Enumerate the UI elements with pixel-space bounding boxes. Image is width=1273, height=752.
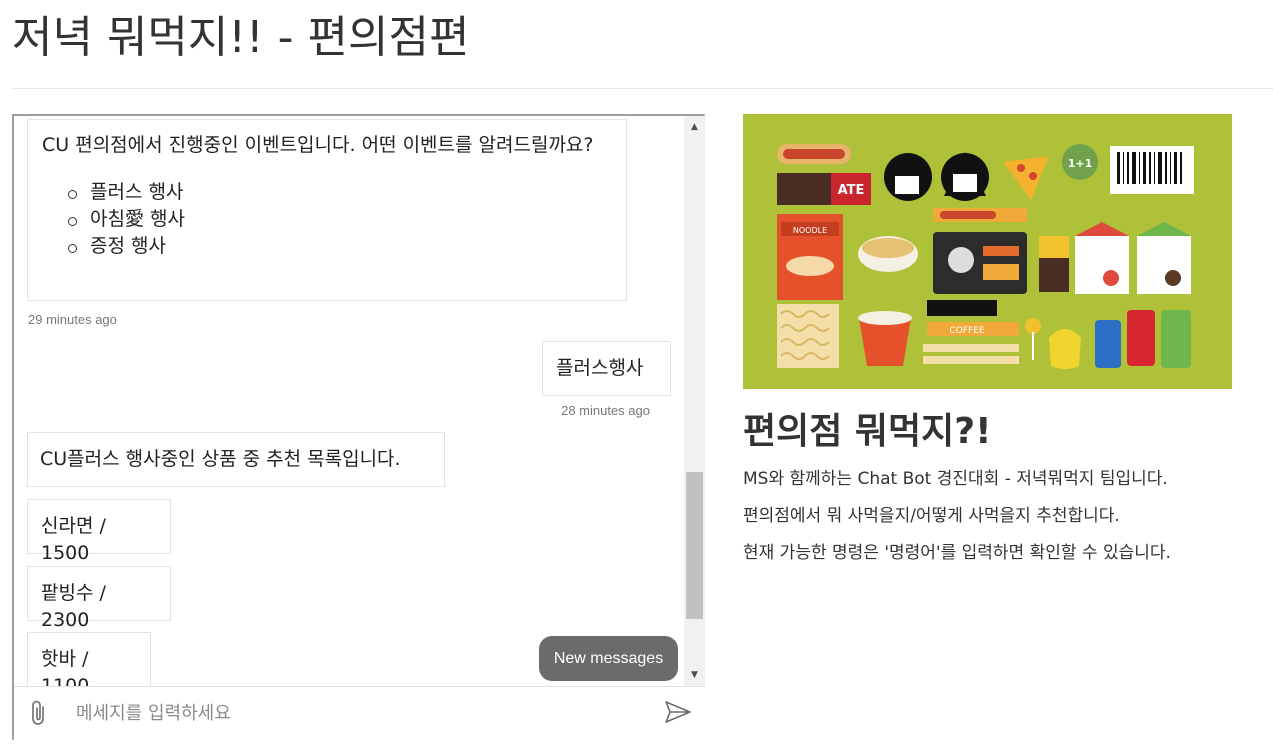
product-card[interactable]: 신라면 / 1500 bbox=[27, 499, 171, 564]
scrollbar-thumb[interactable] bbox=[686, 472, 703, 619]
chat-history[interactable]: CU 편의점에서 진행중인 이벤트입니다. 어떤 이벤트를 알려드릴까요? 플러… bbox=[14, 116, 684, 686]
new-messages-button[interactable]: New messages bbox=[539, 636, 678, 681]
user-message: 플러스행사 bbox=[542, 341, 671, 396]
title-divider bbox=[12, 88, 1273, 89]
bot-message-text: CU 편의점에서 진행중인 이벤트입니다. 어떤 이벤트를 알려드릴까요? bbox=[42, 134, 594, 156]
svg-text:ATE: ATE bbox=[838, 183, 865, 198]
send-icon[interactable] bbox=[664, 700, 692, 724]
convenience-store-illustration: ATE 1+1 NOODLE COFFEE bbox=[743, 114, 1232, 389]
paperclip-icon[interactable] bbox=[28, 699, 50, 727]
page-title: 저녁 뭐먹지!! - 편의점편 bbox=[12, 12, 470, 63]
message-timestamp: 28 minutes ago bbox=[561, 403, 650, 418]
chevron-down-icon[interactable]: ▼ bbox=[684, 666, 705, 684]
side-description-line: MS와 함께하는 Chat Bot 경진대회 - 저녁뭐먹지 팀입니다. bbox=[743, 469, 1168, 489]
product-card[interactable]: 팥빙수 / 2300 bbox=[27, 566, 171, 631]
chevron-up-icon[interactable]: ▲ bbox=[684, 118, 705, 136]
event-option: 플러스 행사 bbox=[68, 179, 612, 206]
message-input[interactable] bbox=[76, 697, 646, 729]
message-input-bar bbox=[14, 686, 705, 740]
chat-panel: CU 편의점에서 진행중인 이벤트입니다. 어떤 이벤트를 알려드릴까요? 플러… bbox=[12, 114, 705, 740]
event-option: 증정 행사 bbox=[68, 233, 612, 260]
message-timestamp: 29 minutes ago bbox=[28, 312, 117, 327]
bot-message-events: CU 편의점에서 진행중인 이벤트입니다. 어떤 이벤트를 알려드릴까요? 플러… bbox=[27, 119, 627, 301]
event-option: 아침愛 행사 bbox=[68, 206, 612, 233]
food-items-image: ATE 1+1 NOODLE COFFEE bbox=[743, 114, 1232, 389]
bot-message-recommend: CU플러스 행사중인 상품 중 추천 목록입니다. bbox=[27, 432, 445, 487]
product-card[interactable]: 핫바 / 1100 bbox=[27, 632, 151, 686]
side-heading: 편의점 뭐먹지?! bbox=[743, 411, 992, 452]
side-description-line: 현재 가능한 명령은 '명령어'를 입력하면 확인할 수 있습니다. bbox=[743, 543, 1171, 563]
chat-scrollbar[interactable]: ▲ ▼ bbox=[684, 116, 705, 686]
svg-text:NOODLE: NOODLE bbox=[793, 226, 827, 235]
svg-text:COFFEE: COFFEE bbox=[949, 326, 984, 336]
svg-text:1+1: 1+1 bbox=[1068, 157, 1093, 170]
event-options-list: 플러스 행사 아침愛 행사 증정 행사 bbox=[42, 179, 612, 260]
side-description-line: 편의점에서 뭐 사먹을지/어떻게 사먹을지 추천합니다. bbox=[743, 506, 1120, 526]
